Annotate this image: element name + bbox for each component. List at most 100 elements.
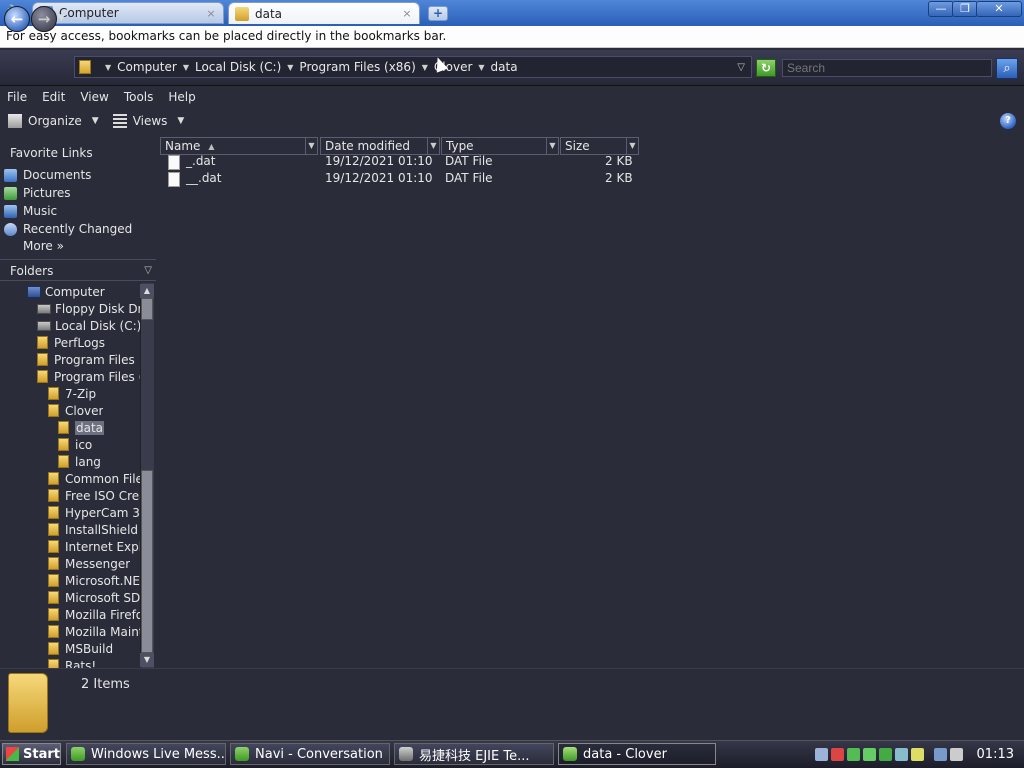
scroll-up-arrow[interactable]: ▲ [140, 284, 154, 298]
chevron-down-icon[interactable]: ▼ [546, 138, 558, 154]
task-windows-live-messenger[interactable]: Windows Live Mess... [66, 743, 226, 765]
menu-view[interactable]: View [80, 90, 108, 104]
close-tab-icon[interactable]: × [401, 7, 413, 20]
menu-tools[interactable]: Tools [124, 90, 154, 104]
folders-header[interactable]: Folders ▽ [0, 261, 156, 281]
tree-item[interactable]: Rats! [48, 657, 96, 668]
new-tab-button[interactable]: + [428, 6, 448, 21]
system-tray: 01:13 [812, 743, 1020, 765]
chevron-down-icon[interactable]: ▼ [427, 138, 439, 154]
forward-button[interactable]: → [31, 6, 57, 32]
tree-item[interactable]: Microsoft SDKs [48, 589, 140, 606]
chevron-down-icon[interactable]: ▼ [105, 63, 111, 72]
file-row[interactable]: __.dat 19/12/2021 01:10 DAT File 2 KB [168, 171, 648, 188]
tree-item[interactable]: Local Disk (C:) [37, 317, 140, 334]
scroll-thumb[interactable] [141, 298, 153, 320]
help-icon[interactable]: ? [1000, 113, 1016, 129]
address-dropdown-icon[interactable]: ▽ [737, 62, 745, 73]
breadcrumb-program-files-x86[interactable]: Program Files (x86) [299, 60, 415, 74]
tree-item[interactable]: HyperCam 3 [48, 504, 140, 521]
tree-item[interactable]: Messenger [48, 555, 130, 572]
breadcrumb-computer[interactable]: Computer [117, 60, 177, 74]
chevron-down-icon[interactable]: ▼ [287, 63, 293, 72]
item-count: 2 Items [81, 677, 130, 692]
scroll-thumb-lower[interactable] [141, 470, 153, 653]
favorite-music[interactable]: Music [4, 202, 57, 220]
volume-icon[interactable] [949, 747, 963, 761]
tree-item[interactable]: data [58, 419, 105, 436]
tree-item[interactable]: Computer [27, 283, 105, 300]
favorite-label: Music [23, 204, 58, 218]
clock[interactable]: 01:13 [977, 747, 1014, 762]
search-icon[interactable]: ⌕ [996, 58, 1018, 79]
chevron-down-icon[interactable]: ▼ [305, 138, 317, 154]
close-button[interactable]: ✕ [976, 1, 1022, 17]
tree-item[interactable]: Clover [48, 402, 103, 419]
favorite-documents[interactable]: Documents [4, 166, 91, 184]
tree-item[interactable]: 7-Zip [48, 385, 96, 402]
tree-item[interactable]: Floppy Disk Drive (A:) [37, 300, 140, 317]
more-links[interactable]: More » [23, 239, 64, 253]
network-icon[interactable] [933, 747, 947, 761]
tree-item[interactable]: Program Files [37, 351, 135, 368]
printer-icon[interactable] [814, 747, 828, 761]
favorite-pictures[interactable]: Pictures [4, 184, 71, 202]
tree-item[interactable]: MSBuild [48, 640, 113, 657]
restore-button[interactable]: ❐ [952, 1, 978, 17]
start-button[interactable]: Start [2, 743, 61, 765]
messenger-icon[interactable] [862, 747, 876, 761]
minimize-button[interactable]: — [928, 1, 954, 17]
organize-label: Organize [28, 114, 82, 128]
tree-label: data [75, 420, 105, 435]
chevron-down-icon[interactable]: ▽ [144, 265, 152, 276]
close-tab-icon[interactable]: × [205, 7, 217, 20]
task-navi-conversation[interactable]: Navi - Conversation [230, 743, 390, 765]
breadcrumb-data[interactable]: data [491, 60, 518, 74]
chart-icon[interactable] [894, 747, 908, 761]
tree-item[interactable]: Mozilla Maintenance Service [48, 623, 140, 640]
task-label: Windows Live Mess... [91, 746, 226, 762]
menu-file[interactable]: File [7, 90, 27, 104]
chevron-down-icon[interactable]: ▼ [183, 63, 189, 72]
tree-item[interactable]: InstallShield [48, 521, 138, 538]
address-bar[interactable]: ▼ Computer ▼ Local Disk (C:) ▼ Program F… [74, 56, 752, 78]
chevron-down-icon[interactable]: ▼ [478, 63, 484, 72]
tab-data[interactable]: data × [228, 2, 420, 24]
tree-label: HyperCam 3 [65, 505, 140, 520]
tree-item[interactable]: Free ISO Creator [48, 487, 140, 504]
file-row[interactable]: _.dat 19/12/2021 01:10 DAT File 2 KB [168, 154, 648, 171]
menu-help[interactable]: Help [168, 90, 195, 104]
refresh-button[interactable]: ↻ [756, 59, 776, 77]
tree-item[interactable]: Program Files (x86) [37, 368, 140, 385]
shield-icon[interactable] [830, 747, 844, 761]
column-header-name[interactable]: Name ▲ ▼ [160, 137, 318, 155]
tree-item[interactable]: PerfLogs [37, 334, 105, 351]
tree-item[interactable]: Microsoft.NET [48, 572, 140, 589]
task-data-clover[interactable]: data - Clover [558, 743, 716, 765]
tree-item[interactable]: Mozilla Firefox [48, 606, 140, 623]
column-header-date[interactable]: Date modified ▼ [320, 137, 440, 155]
tree-item[interactable]: Internet Explorer [48, 538, 140, 555]
favorite-recently-changed[interactable]: Recently Changed [4, 220, 132, 238]
chevron-down-icon[interactable]: ▼ [422, 63, 428, 72]
chevron-down-icon[interactable]: ▼ [626, 138, 638, 154]
favorite-label: Recently Changed [23, 222, 133, 236]
tree-item[interactable]: ico [58, 436, 92, 453]
task-ejie[interactable]: 易捷科技 EJIE Te... [394, 743, 554, 765]
tree-item[interactable]: lang [58, 453, 101, 470]
scroll-down-arrow[interactable]: ▼ [140, 653, 154, 667]
menu-edit[interactable]: Edit [42, 90, 65, 104]
clover-icon[interactable] [846, 747, 860, 761]
user-icon[interactable] [878, 747, 892, 761]
views-button[interactable]: Views ▼ [112, 114, 184, 128]
camera-icon[interactable] [910, 747, 924, 761]
column-header-size[interactable]: Size ▼ [560, 137, 639, 155]
column-header-type[interactable]: Type ▼ [441, 137, 559, 155]
history-dropdown-icon[interactable]: ▼ [58, 13, 65, 23]
organize-button[interactable]: Organize ▼ [8, 114, 99, 128]
tree-item[interactable]: Common Files [48, 470, 140, 487]
search-input[interactable] [782, 59, 992, 77]
breadcrumb-local-disk[interactable]: Local Disk (C:) [195, 60, 281, 74]
messenger-icon [71, 747, 85, 761]
back-button[interactable]: ← [4, 6, 30, 32]
